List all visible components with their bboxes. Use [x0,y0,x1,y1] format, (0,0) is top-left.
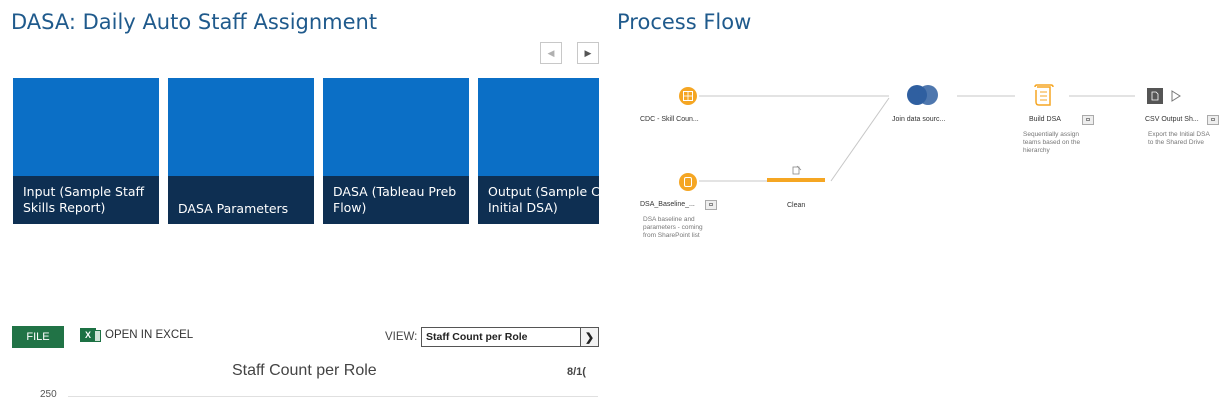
process-flow-title: Process Flow [617,10,752,34]
flow-node-cdc-label: CDC - Skill Coun... [640,116,699,123]
tile-caption: Output (Sample CDC Initial DSA) [478,176,599,224]
chevron-down-icon: ❯ [580,328,598,346]
connector-clean-join [830,97,890,182]
page-title: DASA: Daily Auto Staff Assignment [11,10,378,34]
view-label: VIEW: [385,331,418,343]
tile-output-sample[interactable]: Output (Sample CDC Initial DSA) [478,78,599,224]
comment-icon[interactable] [705,200,717,210]
flow-node-dsa-baseline-label: DSA_Baseline_... [640,201,695,208]
tile-caption: DASA (Tableau Preb Flow) [323,176,469,224]
output-icon [1147,88,1181,104]
tile-caption: DASA Parameters [168,176,314,224]
comment-icon[interactable] [1207,115,1219,125]
view-selected-value: Staff Count per Role [426,331,528,343]
clean-step-icon [767,165,825,182]
script-icon [1034,84,1054,106]
chart-gridline [68,396,598,397]
y-axis-tick: 250 [40,389,57,400]
tile-caption: Input (Sample Staff Skills Report) [13,176,159,224]
flow-node-build-desc: Sequentially assign teams based on the h… [1023,131,1081,154]
tile-dasa-parameters[interactable]: DASA Parameters [168,78,314,224]
file-button[interactable]: FILE [12,326,64,348]
flow-node-csv-label: CSV Output Sh... [1145,116,1199,123]
flow-node-join-label: Join data sourc... [892,116,946,123]
open-in-excel-button[interactable]: X OPEN IN EXCEL [80,328,193,342]
tile-dasa-prep-flow[interactable]: DASA (Tableau Preb Flow) [323,78,469,224]
chart-date: 8/1( [567,366,586,378]
tile-input-sample-staff[interactable]: Input (Sample Staff Skills Report) [13,78,159,224]
flow-node-dsa-baseline-desc: DSA baseline and parameters - coming fro… [643,216,703,239]
chevron-right-icon: ▶ [584,47,592,58]
open-in-excel-label: OPEN IN EXCEL [105,329,194,341]
flow-node-build-label: Build DSA [1029,116,1061,123]
flow-node-clean-label: Clean [787,202,806,209]
join-icon [907,85,938,105]
carousel-prev-button[interactable]: ◀ [540,42,562,64]
excel-icon: X [80,328,101,342]
chart-title: Staff Count per Role [232,362,377,379]
tile-carousel: Input (Sample Staff Skills Report) DASA … [13,78,599,224]
view-select[interactable]: Staff Count per Role ❯ [421,327,599,347]
process-flow-canvas: CDC - Skill Coun... DSA_Baseline_... DSA… [617,70,1231,270]
comment-icon[interactable] [1082,115,1094,125]
table-icon [679,87,697,105]
chevron-left-icon: ◀ [547,47,555,58]
database-icon [679,173,697,191]
carousel-next-button[interactable]: ▶ [577,42,599,64]
flow-node-csv-desc: Export the Initial DSA to the Shared Dri… [1148,131,1210,146]
